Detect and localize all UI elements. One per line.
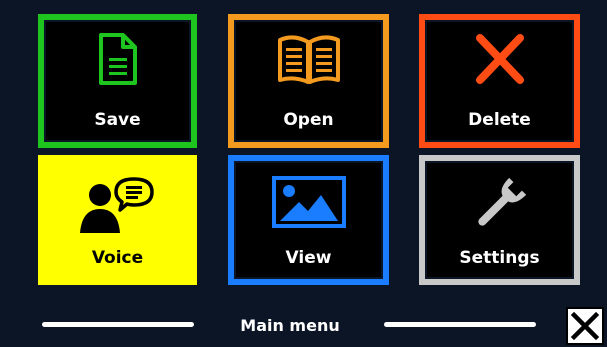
- footer-divider-left: [42, 322, 194, 327]
- page-title: Main menu: [240, 316, 340, 335]
- document-icon: [44, 32, 191, 86]
- delete-label: Delete: [468, 110, 531, 130]
- open-label: Open: [283, 110, 334, 130]
- delete-button[interactable]: Delete: [419, 14, 580, 148]
- open-button[interactable]: Open: [228, 14, 389, 148]
- x-icon: [425, 32, 574, 86]
- book-icon: [234, 32, 383, 86]
- view-label: View: [285, 248, 332, 268]
- save-button[interactable]: Save: [38, 14, 197, 148]
- view-button[interactable]: View: [228, 155, 389, 285]
- voice-label: Voice: [91, 248, 144, 268]
- wrench-icon: [425, 175, 574, 233]
- voice-button[interactable]: Voice: [38, 155, 197, 285]
- save-label: Save: [94, 110, 141, 130]
- close-icon: [570, 311, 600, 341]
- close-button[interactable]: [566, 307, 604, 345]
- footer-divider-right: [384, 322, 536, 327]
- speaking-person-icon: [44, 175, 191, 235]
- settings-label: Settings: [459, 248, 540, 268]
- image-icon: [234, 175, 383, 229]
- settings-button[interactable]: Settings: [419, 155, 580, 285]
